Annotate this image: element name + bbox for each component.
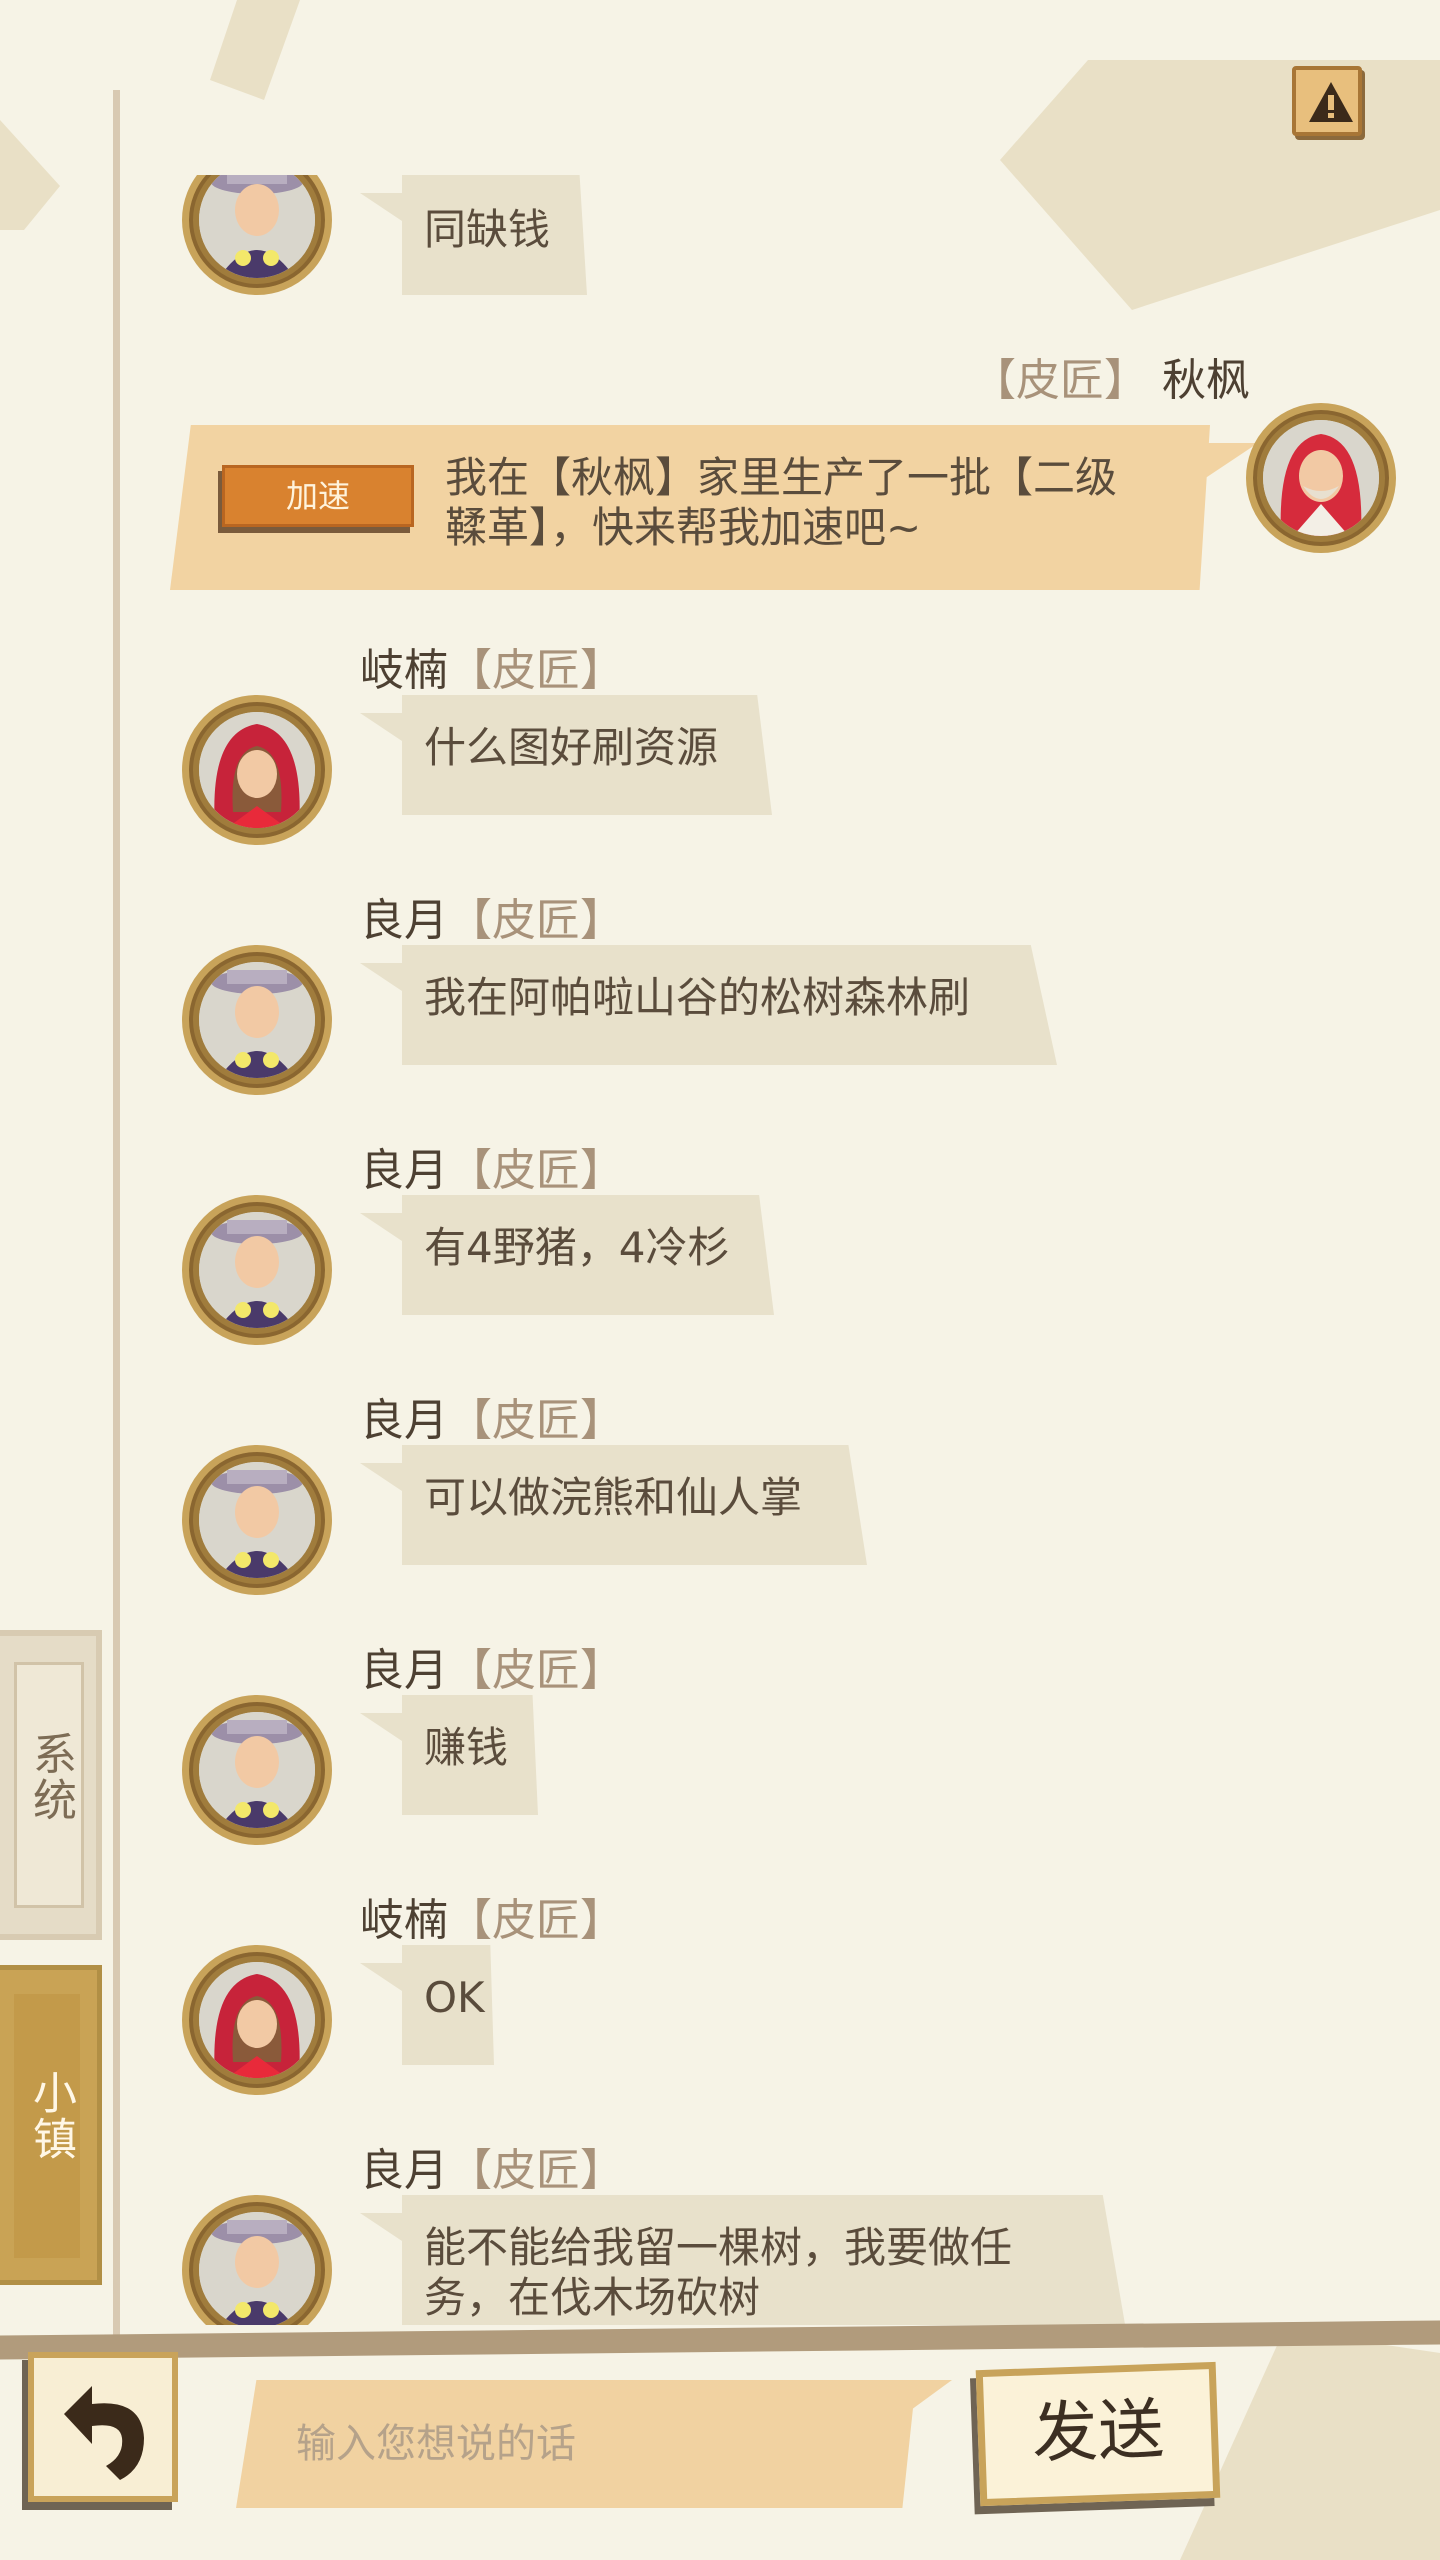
sender-job: 【皮匠】: [448, 1895, 624, 1946]
chat-input[interactable]: 输入您想说的话: [236, 2380, 916, 2508]
self-message-text: 我在【秋枫】家里生产了一批【二级鞣革】，快来帮我加速吧~: [445, 453, 1118, 552]
message-bubble: 赚钱: [402, 1695, 538, 1815]
back-button[interactable]: [28, 2352, 178, 2502]
bottom-divider: [0, 2320, 1440, 2360]
sender-name: 良月: [360, 895, 448, 946]
sender-name: 岐楠: [360, 1895, 448, 1946]
message-bubble: 我在阿帕啦山谷的松树森林刷: [402, 945, 1057, 1065]
avatar[interactable]: [182, 1445, 332, 1595]
return-arrow-icon: [64, 2386, 144, 2480]
sender-job: 【皮匠】: [448, 645, 624, 696]
message-bubble: 有4野猪，4冷杉: [402, 1195, 774, 1315]
sender-name: 良月: [360, 1645, 448, 1696]
sender-name: 良月: [360, 2145, 448, 2196]
sender-name: 良月: [360, 1395, 448, 1446]
sender-name-line: 良月【皮匠】: [360, 1145, 624, 1197]
tab-system[interactable]: 系统: [0, 1630, 102, 1940]
message-text-line: 能不能给我留一棵树，我要做任: [424, 2223, 1013, 2272]
avatar[interactable]: [182, 2195, 332, 2325]
avatar[interactable]: [182, 175, 332, 295]
report-button[interactable]: [1292, 66, 1362, 136]
sender-job: 【皮匠】: [448, 2145, 624, 2196]
warning-triangle-icon: [1309, 82, 1353, 122]
avatar[interactable]: [182, 1195, 332, 1345]
sender-name-line: 良月【皮匠】: [360, 895, 624, 947]
background-shape: [210, 0, 300, 100]
background-shape: [1180, 2330, 1440, 2560]
tab-town-label: 小镇: [25, 2070, 76, 2162]
chat-divider-line: [113, 90, 120, 2350]
avatar[interactable]: [182, 1945, 332, 2095]
self-name-line: 【皮匠】 秋枫: [972, 355, 1250, 407]
message-bubble: 同缺钱: [402, 175, 587, 295]
avatar[interactable]: [1246, 403, 1396, 553]
sender-name: 良月: [360, 1145, 448, 1196]
self-job: 【皮匠】: [972, 355, 1148, 406]
self-name: 秋枫: [1162, 355, 1250, 406]
sender-job: 【皮匠】: [448, 1395, 624, 1446]
sender-name-line: 良月【皮匠】: [360, 1645, 624, 1697]
message-bubble: OK: [402, 1945, 494, 2065]
accelerate-button[interactable]: 加速: [222, 465, 414, 527]
avatar[interactable]: [182, 1695, 332, 1845]
sender-job: 【皮匠】: [448, 1145, 624, 1196]
tab-town[interactable]: 小镇: [0, 1965, 102, 2285]
sender-name-line: 岐楠【皮匠】: [360, 1895, 624, 1947]
message-bubble: 能不能给我留一棵树，我要做任 务，在伐木场砍树: [402, 2195, 1132, 2325]
sender-job: 【皮匠】: [448, 895, 624, 946]
avatar[interactable]: [182, 945, 332, 1095]
message-text-line: 务，在伐木场砍树: [424, 2273, 761, 2322]
sender-name-line: 岐楠【皮匠】: [360, 645, 624, 697]
background-shape: [0, 120, 60, 230]
sender-name: 岐楠: [360, 645, 448, 696]
message-bubble: 什么图好刷资源: [402, 695, 772, 815]
avatar[interactable]: [182, 695, 332, 845]
chat-message-list[interactable]: 同缺钱 【皮匠】 秋枫 加速 我在【秋枫】家里生产了一批【二级鞣革】，快来帮我加…: [120, 175, 1440, 2325]
sender-job: 【皮匠】: [448, 1645, 624, 1696]
message-bubble: 可以做浣熊和仙人掌: [402, 1445, 867, 1565]
tab-system-label: 系统: [25, 1731, 76, 1823]
send-button[interactable]: 发送: [975, 2361, 1221, 2507]
sender-name-line: 良月【皮匠】: [360, 2145, 624, 2197]
sender-name-line: 良月【皮匠】: [360, 1395, 624, 1447]
